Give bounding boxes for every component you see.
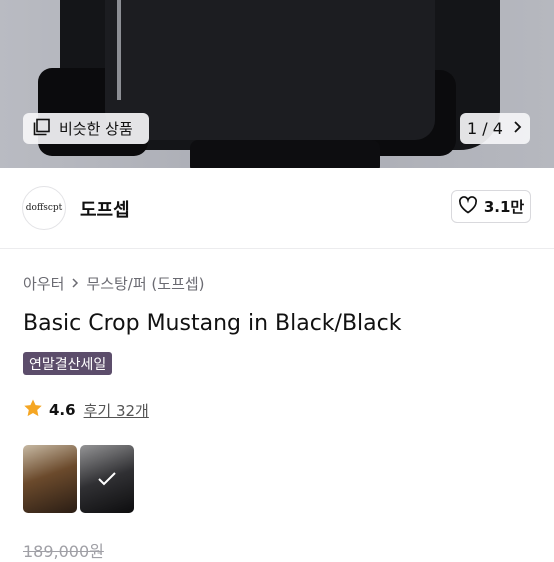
reviews-link[interactable]: 후기 32개 <box>84 400 149 421</box>
jacket-hem <box>190 140 380 168</box>
original-price: 189,000원 <box>23 542 104 561</box>
jacket-zipper <box>117 0 121 100</box>
color-option-black[interactable] <box>80 445 134 513</box>
chevron-right-icon <box>71 275 79 293</box>
gallery-icon <box>33 118 51 140</box>
similar-products-label: 비슷한 상품 <box>59 120 133 138</box>
product-title: Basic Crop Mustang in Black/Black <box>23 311 402 336</box>
jacket-body <box>105 0 435 140</box>
check-icon <box>80 445 134 513</box>
like-count: 3.1만 <box>483 198 525 216</box>
similar-products-button[interactable]: 비슷한 상품 <box>23 113 149 144</box>
rating-score: 4.6 <box>49 401 76 419</box>
heart-icon <box>458 195 478 218</box>
like-button[interactable]: 3.1만 <box>451 190 531 223</box>
breadcrumb-item-category[interactable]: 무스탕/퍼 (도프셉) <box>86 273 204 294</box>
star-icon <box>23 398 43 422</box>
sale-badge: 연말결산세일 <box>23 352 113 375</box>
color-option-brown[interactable] <box>23 445 77 513</box>
product-image[interactable]: 비슷한 상품 1 / 4 <box>0 0 554 168</box>
breadcrumb: 아우터 무스탕/퍼 (도프셉) <box>23 273 205 294</box>
image-counter[interactable]: 1 / 4 <box>460 113 530 144</box>
shop-logo-text: doffscpt <box>25 203 63 213</box>
shop-name[interactable]: 도프셉 <box>80 196 130 222</box>
rating-row: 4.6 후기 32개 <box>23 398 149 422</box>
chevron-right-icon <box>513 119 523 138</box>
breadcrumb-item-outer[interactable]: 아우터 <box>23 273 64 294</box>
image-counter-text: 1 / 4 <box>467 119 503 138</box>
shop-logo[interactable]: doffscpt <box>22 186 66 230</box>
